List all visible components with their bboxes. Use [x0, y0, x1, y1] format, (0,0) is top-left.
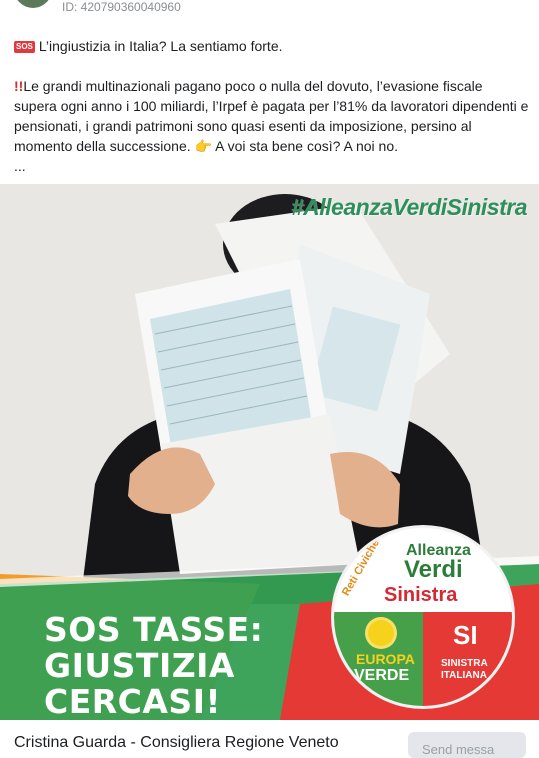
pointing-hand-icon: 👉 — [194, 138, 212, 154]
logo-europa-verde: EUROPA VERDE — [334, 612, 423, 706]
logo-reti-civiche: Reti Civiche — [340, 537, 382, 598]
logo-si: SI — [453, 620, 478, 650]
ad-card: ID: 420790360040960 SOS L’ingiustizia in … — [0, 0, 539, 758]
headline-line-1: SOS TASSE: — [44, 610, 264, 649]
post-text: SOS L’ingiustizia in Italia? La sentiamo … — [14, 36, 529, 176]
sunflower-icon — [368, 620, 394, 646]
ad-image[interactable]: #AlleanzaVerdiSinistra SOS TASSE: GIUSTI… — [0, 184, 539, 720]
logo-verdi: Verdi — [404, 556, 463, 583]
logo-sinistra: Sinistra — [384, 584, 458, 606]
send-message-button[interactable]: Send messa — [408, 732, 526, 758]
hashtag-title: #AlleanzaVerdiSinistra — [290, 194, 528, 220]
ad-footer: Cristina Guarda - Consigliera Regione Ve… — [0, 720, 539, 758]
logo-top: Reti Civiche Alleanza Verdi Sinistra — [334, 528, 512, 612]
sos-icon: SOS — [14, 41, 35, 53]
post-line-1: SOS L’ingiustizia in Italia? La sentiamo … — [14, 36, 529, 56]
see-more-ellipsis[interactable]: ... — [14, 156, 529, 176]
ad-id: ID: 420790360040960 — [62, 0, 181, 14]
logo-sinistra-italiana: SI SINISTRA ITALIANA — [423, 612, 512, 706]
logo-europa: EUROPA — [356, 651, 415, 667]
page-avatar[interactable] — [14, 0, 52, 8]
post-intro: L’ingiustizia in Italia? La sentiamo for… — [38, 38, 283, 54]
logo-si-line-2: ITALIANA — [441, 670, 487, 681]
logo-verde: VERDE — [354, 667, 410, 684]
headline-line-2: GIUSTIZIA — [44, 646, 235, 685]
post-question: A voi sta bene così? A noi no. — [215, 138, 399, 154]
double-exclamation-icon: !! — [14, 78, 24, 94]
headline: SOS TASSE: GIUSTIZIA CERCASI! — [44, 612, 263, 720]
headline-line-3: CERCASI! — [44, 682, 222, 720]
page-name-link[interactable]: Cristina Guarda - Consigliera Regione Ve… — [14, 734, 339, 752]
logo-si-line-1: SINISTRA — [441, 658, 488, 669]
post-body: !!Le grandi multinazionali pagano poco o… — [14, 76, 529, 156]
party-logo: Reti Civiche Alleanza Verdi Sinistra EUR… — [334, 528, 512, 706]
